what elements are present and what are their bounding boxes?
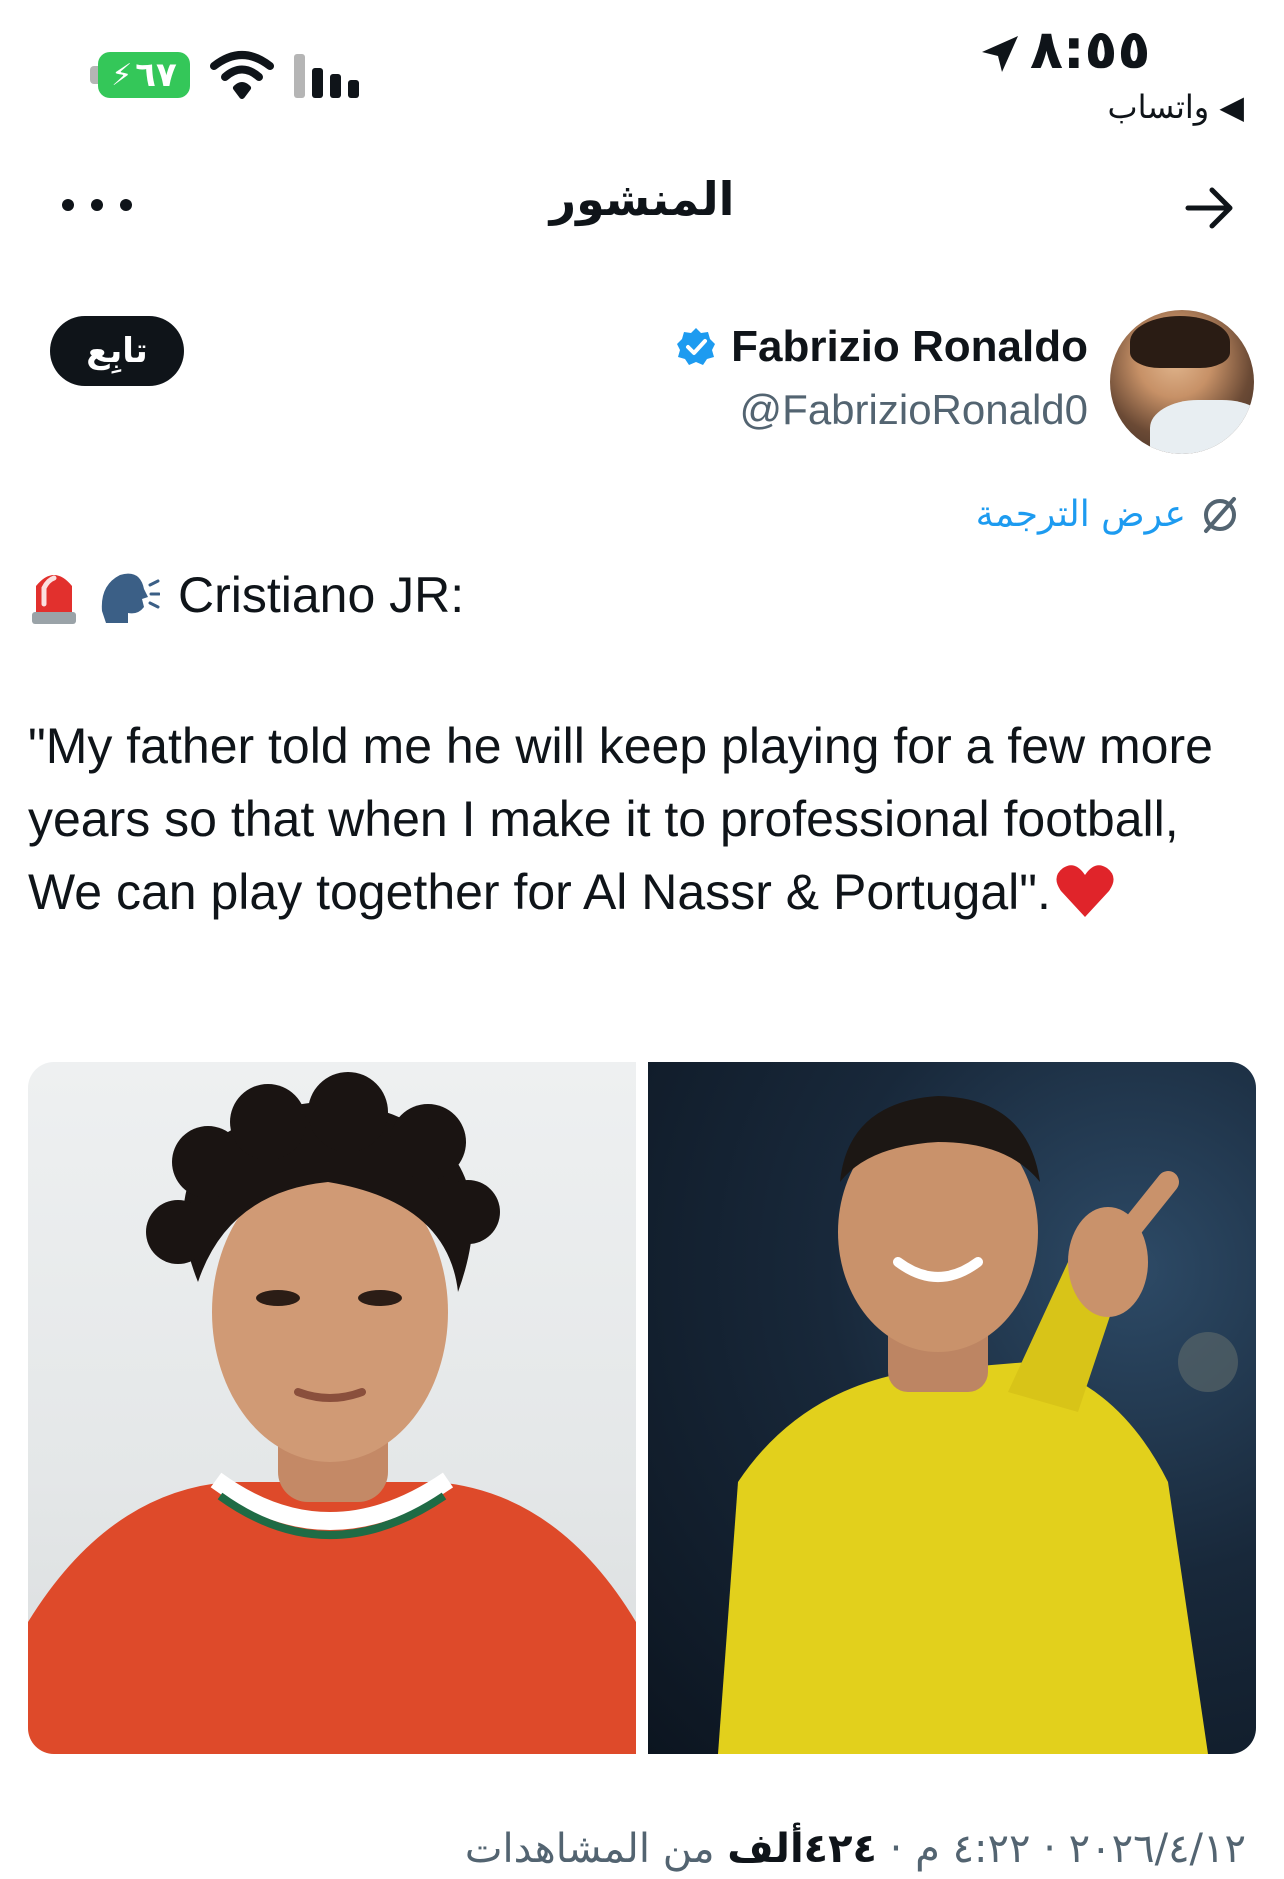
show-translation-label: عرض الترجمة <box>975 494 1186 535</box>
author-handle[interactable]: @FabrizioRonald0 <box>740 386 1088 434</box>
siren-emoji <box>32 575 76 624</box>
tweet-quote: "My father told me he will keep playing … <box>28 710 1238 929</box>
tweet-quote-text: "My father told me he will keep playing … <box>28 718 1213 920</box>
status-bar: ⚡ ٦٧ ٨:٥٥ ◀ واتساب <box>0 0 1284 140</box>
tweet-time: ٤:٢٢ م <box>915 1826 1031 1872</box>
author-name-row[interactable]: Fabrizio Ronaldo <box>675 322 1088 372</box>
battery-cap <box>90 66 98 84</box>
speaking-head-emoji <box>101 573 160 623</box>
avatar[interactable] <box>1110 310 1254 454</box>
author-row: Fabrizio Ronaldo @FabrizioRonald0 تابِع <box>0 308 1284 458</box>
follow-button[interactable]: تابِع <box>50 316 184 386</box>
tweet-detail-screen: ⚡ ٦٧ ٨:٥٥ ◀ واتساب المنشور Fabrizio Rona… <box>0 0 1284 1879</box>
wifi-icon <box>210 51 274 99</box>
photo-illustration-2 <box>718 1096 1238 1754</box>
meta-separator: · <box>1030 1826 1069 1872</box>
clock: ٨:٥٥ <box>1030 18 1151 81</box>
meta-separator: · <box>876 1826 916 1872</box>
verified-icon <box>677 328 716 365</box>
battery-icon: ⚡ ٦٧ <box>98 52 190 98</box>
charging-bolt-icon: ⚡ <box>111 57 134 93</box>
tweet-date: ٢٠٢٦/٤/١٢ <box>1068 1826 1246 1872</box>
back-to-app-link[interactable]: ◀ واتساب <box>1108 88 1244 126</box>
location-arrow-icon <box>982 36 1018 72</box>
arrow-right-icon[interactable] <box>1182 180 1238 236</box>
translate-icon <box>1204 496 1236 533</box>
views-count[interactable]: ٤٢٤ألف <box>727 1826 877 1872</box>
heart-emoji <box>1056 865 1114 917</box>
photo-illustration <box>28 1072 636 1754</box>
author-name: Fabrizio Ronaldo <box>731 322 1088 371</box>
tweet-first-line-text: Cristiano JR: <box>178 566 465 623</box>
page-title: المنشور <box>549 172 735 226</box>
photo-cristiano-jr[interactable] <box>28 1062 636 1754</box>
top-header: المنشور <box>0 150 1284 260</box>
show-translation-link[interactable]: عرض الترجمة <box>976 494 1240 535</box>
media-grid <box>28 1062 1256 1754</box>
signal-icon <box>292 54 362 98</box>
tweet-text: Cristiano JR: "My father told me he will… <box>28 560 1238 929</box>
tweet-first-line: Cristiano JR: <box>28 560 1238 630</box>
tweet-meta: ٢٠٢٦/٤/١٢ · ٤:٢٢ م · ٤٢٤ألف من المشاهدات <box>465 1826 1246 1872</box>
views-label: من المشاهدات <box>464 1826 715 1872</box>
battery-level: ٦٧ <box>135 55 177 95</box>
photo-cristiano-ronaldo[interactable] <box>648 1062 1256 1754</box>
